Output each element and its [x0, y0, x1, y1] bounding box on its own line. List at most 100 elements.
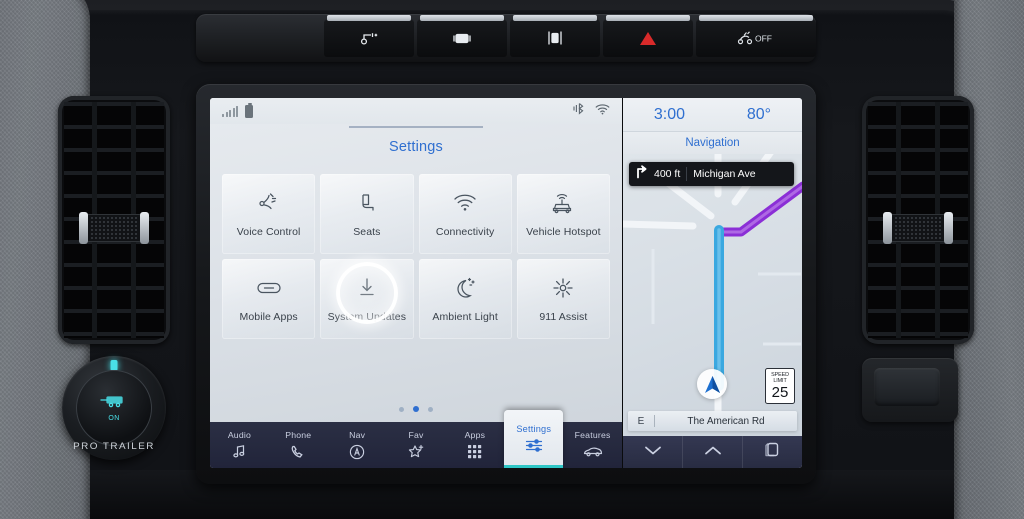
tab-settings[interactable]: Settings — [504, 410, 564, 468]
key-cap-highlight — [699, 15, 813, 21]
apps-grid-icon — [467, 443, 482, 460]
banner-divider — [686, 167, 688, 181]
map-view[interactable]: 400 ft Michigan Ave SPEED LIMIT 25 E The… — [623, 154, 802, 436]
settings-tile-grid: Voice Control Seats Connectivity Vehicle… — [210, 170, 622, 396]
tile-label: Vehicle Hotspot — [526, 225, 601, 238]
camera-view-key[interactable] — [417, 15, 507, 57]
key-cap-highlight — [513, 15, 597, 21]
key-cap-highlight — [420, 15, 504, 21]
hard-key-bar: OFF — [196, 14, 816, 62]
park-assist-icon — [545, 31, 565, 45]
tab-apps[interactable]: Apps — [445, 422, 504, 468]
infotainment-screen: Settings Voice Control Seats Connectivit… — [210, 98, 802, 468]
download-update-icon — [357, 276, 377, 300]
voice-control-icon — [257, 191, 281, 215]
settings-tile-911-assist[interactable]: 911 Assist — [516, 259, 610, 339]
navigation-arrow-icon — [704, 375, 720, 393]
tile-label: Voice Control — [236, 225, 301, 238]
traction-control-off-key[interactable]: OFF — [696, 15, 816, 57]
tab-label: Phone — [285, 430, 312, 440]
car-icon — [583, 443, 603, 460]
current-road-name: The American Rd — [687, 415, 765, 427]
knob-label: PRO TRAILER — [73, 441, 155, 452]
vent-adjuster-knob[interactable] — [79, 212, 149, 244]
trailer-hitch-icon — [359, 31, 379, 46]
nav-compass-icon — [349, 443, 365, 460]
tab-label: Features — [574, 430, 611, 440]
temperature: 80° — [746, 105, 772, 123]
hard-key-row: OFF — [324, 15, 816, 57]
pro-trailer-knob[interactable]: ON PRO TRAILER — [62, 356, 166, 460]
camera-view-icon — [451, 32, 473, 45]
vehicle-hotspot-icon — [550, 191, 576, 215]
settings-tile-mobile-apps[interactable]: Mobile Apps — [222, 259, 316, 339]
settings-tile-seats[interactable]: Seats — [320, 174, 414, 254]
panel-swap-icon — [764, 441, 781, 463]
tab-label: Audio — [227, 430, 252, 440]
infotainment-dashboard-scene: OFF Settings Voice Control Seats Connect… — [0, 0, 1024, 519]
tile-label: Ambient Light — [432, 310, 498, 323]
clock: 3:00 — [653, 105, 686, 123]
tab-label: Fav — [408, 430, 424, 440]
phone-icon — [290, 443, 306, 460]
speed-limit-value: 25 — [771, 384, 789, 402]
tab-fav[interactable]: Fav — [387, 422, 446, 468]
tab-features[interactable]: Features — [563, 422, 622, 468]
tab-audio[interactable]: Audio — [210, 422, 269, 468]
chevron-up-icon — [704, 443, 722, 461]
star-plus-icon — [408, 443, 425, 460]
heading-direction: E — [637, 415, 645, 427]
tab-phone[interactable]: Phone — [269, 422, 328, 468]
trailer-assist-key[interactable] — [324, 15, 414, 57]
hazard-triangle-icon — [640, 31, 656, 45]
moon-icon — [453, 276, 477, 300]
navigation-pane: 3:00 80° Navigation 400 ft Michigan Ave … — [622, 98, 802, 468]
music-note-icon — [232, 443, 247, 460]
swap-panel-button[interactable] — [743, 436, 802, 468]
tab-nav[interactable]: Nav — [328, 422, 387, 468]
dash-storage-latch[interactable] — [862, 358, 958, 422]
settings-tile-connectivity[interactable]: Connectivity — [418, 174, 512, 254]
status-bar-left — [222, 102, 253, 118]
status-bar — [210, 98, 622, 124]
trailer-icon — [99, 394, 129, 413]
air-vent-right[interactable] — [862, 96, 974, 344]
vehicle-position-marker — [697, 369, 727, 399]
hazard-lights-key[interactable] — [603, 15, 693, 57]
page-dot[interactable] — [399, 406, 404, 412]
park-assist-key[interactable] — [510, 15, 600, 57]
navigation-header: Navigation — [623, 132, 802, 154]
settings-tile-voice-control[interactable]: Voice Control — [222, 174, 316, 254]
settings-tile-system-updates[interactable]: System Updates — [320, 259, 414, 339]
seat-icon — [356, 191, 378, 215]
air-vent-left[interactable] — [58, 96, 170, 344]
tab-label: Nav — [349, 430, 366, 440]
center-screen-bezel: Settings Voice Control Seats Connectivit… — [196, 84, 816, 484]
settings-tile-ambient-light[interactable]: Ambient Light — [418, 259, 512, 339]
cellular-signal-icon — [222, 105, 238, 117]
chevron-down-icon — [644, 443, 662, 461]
scroll-down-button[interactable] — [623, 436, 683, 468]
navigation-control-bar — [623, 436, 802, 468]
page-dot-active[interactable] — [413, 406, 419, 412]
vent-knurl-texture — [894, 216, 942, 240]
turn-distance: 400 ft — [654, 168, 681, 180]
speed-limit-sign: SPEED LIMIT 25 — [765, 368, 795, 404]
title-underline — [349, 126, 483, 128]
turn-street-name: Michigan Ave — [693, 168, 756, 180]
wifi-icon — [595, 102, 610, 120]
page-dot[interactable] — [428, 406, 433, 412]
status-bar-right — [572, 102, 610, 120]
settings-pane: Settings Voice Control Seats Connectivit… — [210, 98, 622, 468]
settings-tile-vehicle-hotspot[interactable]: Vehicle Hotspot — [516, 174, 610, 254]
key-cap-highlight — [327, 15, 411, 21]
vent-adjuster-knob[interactable] — [883, 212, 953, 244]
wifi-icon — [453, 191, 477, 215]
knob-state-label: ON — [108, 415, 120, 422]
svg-text:OFF: OFF — [755, 34, 772, 44]
knob-face: ON — [76, 370, 152, 446]
tile-label: Mobile Apps — [239, 310, 298, 323]
current-road-bar: E The American Rd — [628, 411, 797, 431]
traction-control-off-icon: OFF — [736, 30, 776, 46]
scroll-up-button[interactable] — [683, 436, 743, 468]
